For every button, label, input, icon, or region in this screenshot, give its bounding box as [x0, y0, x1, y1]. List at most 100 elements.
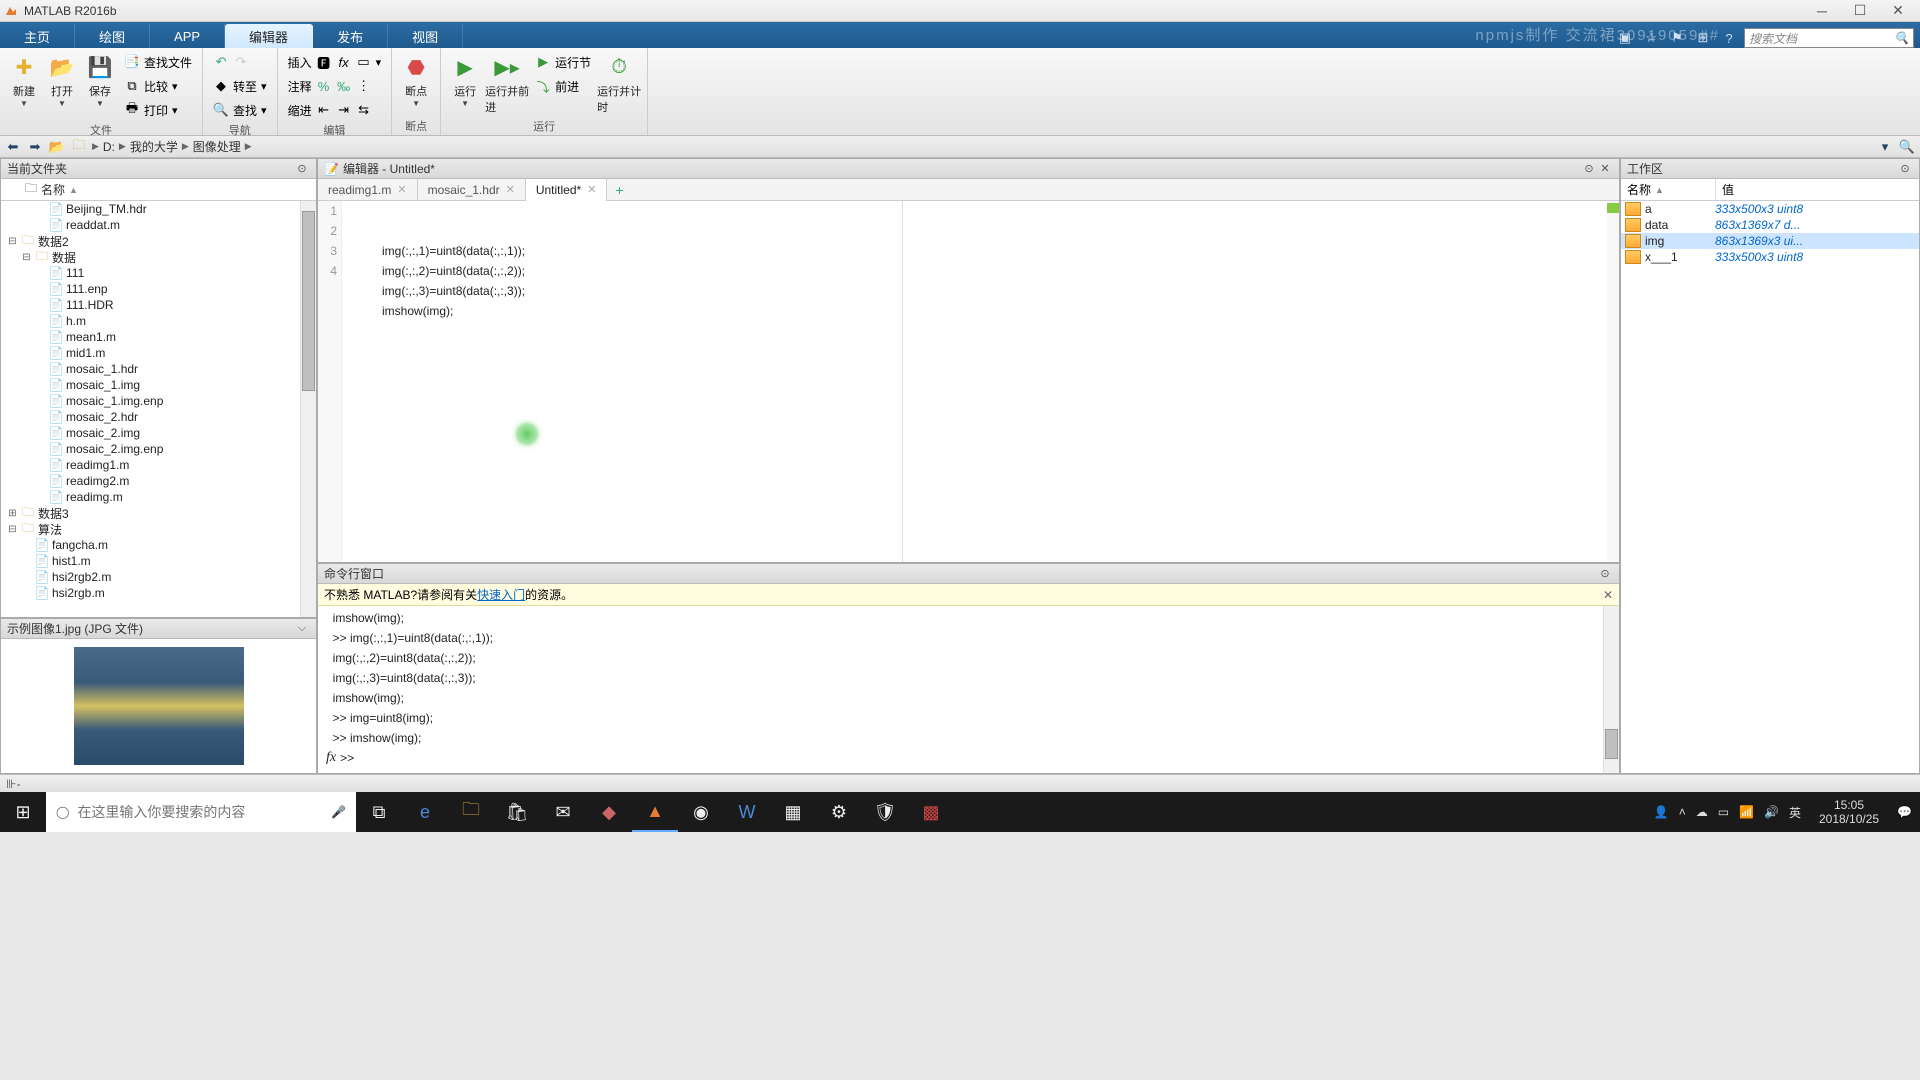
tray-battery-icon[interactable]: ▭ [1718, 805, 1729, 819]
workspace-variable-row[interactable]: img863x1369x3 ui... [1621, 233, 1919, 249]
file-item[interactable]: 📄hsi2rgb2.m [1, 569, 316, 585]
run-advance-button[interactable]: ▶▸运行并前进 [485, 51, 529, 115]
nav-back-button[interactable]: ↶↷ [209, 51, 271, 73]
file-item[interactable]: 📄111.enp [1, 281, 316, 297]
file-item[interactable]: 📄fangcha.m [1, 537, 316, 553]
path-back-icon[interactable]: ⬅ [4, 138, 22, 156]
editor-tab[interactable]: Untitled*✕ [526, 179, 608, 201]
scroll-thumb[interactable] [302, 211, 315, 391]
tree-toggle-icon[interactable]: ⊞ [7, 508, 18, 519]
tray-people-icon[interactable]: 👤 [1654, 805, 1669, 819]
comment-button[interactable]: 注释 %‰⋮ [284, 75, 386, 97]
name-column-header[interactable]: 名称 [41, 181, 65, 198]
ws-name-header[interactable]: 名称 [1627, 181, 1651, 198]
code-area[interactable]: img(:,:,1)=uint8(data(:,:,1));img(:,:,2)… [342, 201, 1619, 562]
path-fwd-icon[interactable]: ➡ [26, 138, 44, 156]
doc-search-input[interactable]: 搜索文档 🔍 [1744, 28, 1914, 48]
tray-volume-icon[interactable]: 🔊 [1764, 805, 1779, 819]
tab-close-icon[interactable]: ✕ [506, 183, 515, 196]
path-search-icon[interactable]: 🔍 [1898, 138, 1916, 156]
tree-toggle-icon[interactable]: ⊟ [7, 236, 18, 247]
file-item[interactable]: 📄mosaic_2.hdr [1, 409, 316, 425]
ribbon-tab[interactable]: APP [150, 24, 225, 48]
maximize-button[interactable]: ☐ [1848, 3, 1872, 19]
edge-icon[interactable]: e [402, 792, 448, 832]
file-item[interactable]: 📄mosaic_1.hdr [1, 361, 316, 377]
security-icon[interactable]: 🛡 [862, 792, 908, 832]
find-button[interactable]: 🔍查找 ▾ [209, 99, 271, 121]
folder-item[interactable]: ⊞🗀数据3 [1, 505, 316, 521]
chrome-icon[interactable]: ◉ [678, 792, 724, 832]
panel-menu-icon[interactable]: ⊙ [294, 161, 310, 177]
file-item[interactable]: 📄111 [1, 265, 316, 281]
file-item[interactable]: 📄readimg.m [1, 489, 316, 505]
ribbon-tab[interactable]: 绘图 [75, 24, 150, 48]
mail-icon[interactable]: ✉ [540, 792, 586, 832]
path-segment[interactable]: 我的大学 [130, 138, 178, 155]
advance-button[interactable]: ⤵前进 [531, 75, 595, 97]
preview-collapse-icon[interactable]: ⌵ [294, 621, 310, 637]
notifications-icon[interactable]: ⚑ [1666, 28, 1688, 48]
scrollbar[interactable] [1603, 606, 1619, 773]
tray-cloud-icon[interactable]: ☁ [1696, 805, 1708, 819]
new-button[interactable]: ✚新建▼ [6, 51, 42, 121]
store-icon[interactable]: 🛍 [494, 792, 540, 832]
run-section-button[interactable]: ▶运行节 [531, 51, 595, 73]
task-view-button[interactable]: ⧉ [356, 792, 402, 832]
tree-toggle-icon[interactable]: ⊟ [21, 252, 32, 263]
indent-button[interactable]: 缩进 ⇤⇥⇆ [284, 99, 386, 121]
command-prompt[interactable]: fx>> [326, 748, 1611, 768]
code-overview-ruler[interactable] [1607, 201, 1619, 562]
path-drive[interactable]: D: [103, 140, 115, 154]
find-files-button[interactable]: 📑查找文件 [120, 51, 196, 73]
tray-notifications-icon[interactable]: 💬 [1897, 805, 1912, 819]
goto-button[interactable]: ◆转至 ▾ [209, 75, 271, 97]
workspace-variable-row[interactable]: x___1333x500x3 uint8 [1621, 249, 1919, 265]
command-body[interactable]: imshow(img); >> img(:,:,1)=uint8(data(:,… [318, 606, 1619, 773]
file-tree[interactable]: 📄Beijing_TM.hdr📄readdat.m⊟🗀数据2⊟🗀数据📄111📄1… [1, 201, 316, 617]
workspace-variable-row[interactable]: a333x500x3 uint8 [1621, 201, 1919, 217]
file-item[interactable]: 📄hist1.m [1, 553, 316, 569]
panel-menu-icon[interactable]: ⊙ [1897, 161, 1913, 177]
sort-asc-icon[interactable]: ▲ [1655, 185, 1664, 195]
ribbon-tab[interactable]: 发布 [313, 24, 388, 48]
sort-asc-icon[interactable]: ▲ [69, 185, 78, 195]
file-item[interactable]: 📄readdat.m [1, 217, 316, 233]
word-icon[interactable]: W [724, 792, 770, 832]
tip-close-icon[interactable]: ✕ [1603, 588, 1613, 602]
taskbar-search-input[interactable] [77, 804, 323, 820]
tree-toggle-icon[interactable]: ⊟ [7, 524, 18, 535]
layout-icon[interactable]: ▣ [1614, 28, 1636, 48]
favorites-icon[interactable]: ☆ [1640, 28, 1662, 48]
path-browse-icon[interactable]: 🗀 [70, 138, 88, 156]
file-item[interactable]: 📄mid1.m [1, 345, 316, 361]
tray-up-icon[interactable]: ˄ [1679, 805, 1686, 819]
settings-icon[interactable]: ⚙ [816, 792, 862, 832]
file-item[interactable]: 📄mosaic_1.img [1, 377, 316, 393]
app3-icon[interactable]: ▩ [908, 792, 954, 832]
path-dropdown-icon[interactable]: ▾ [1876, 138, 1894, 156]
insert-button[interactable]: 插入 🅵fx▭ ▾ [284, 51, 386, 73]
run-time-button[interactable]: ⏱运行并计时 [597, 51, 641, 115]
ribbon-tab[interactable]: 主页 [0, 24, 75, 48]
folder-item[interactable]: ⊟🗀数据 [1, 249, 316, 265]
start-button[interactable]: ⊞ [0, 792, 46, 832]
addons-icon[interactable]: ⊞ [1692, 28, 1714, 48]
app2-icon[interactable]: ▦ [770, 792, 816, 832]
open-button[interactable]: 📂打开▼ [44, 51, 80, 121]
file-item[interactable]: 📄mosaic_2.img [1, 425, 316, 441]
file-item[interactable]: 📄readimg1.m [1, 457, 316, 473]
file-item[interactable]: 📄readimg2.m [1, 473, 316, 489]
panel-close-icon[interactable]: ✕ [1597, 161, 1613, 177]
ws-value-header[interactable]: 值 [1716, 179, 1919, 200]
matlab-taskbar-icon[interactable]: ▲ [632, 792, 678, 832]
tab-close-icon[interactable]: ✕ [587, 183, 596, 196]
workspace-variable-row[interactable]: data863x1369x7 d... [1621, 217, 1919, 233]
path-up-icon[interactable]: 📂 [48, 138, 66, 156]
scrollbar[interactable] [300, 201, 316, 617]
file-item[interactable]: 📄h.m [1, 313, 316, 329]
ribbon-tab[interactable]: 视图 [388, 24, 463, 48]
file-item[interactable]: 📄111.HDR [1, 297, 316, 313]
tray-ime-text[interactable]: 英 [1789, 804, 1801, 821]
tray-clock[interactable]: 15:05 2018/10/25 [1811, 798, 1887, 826]
